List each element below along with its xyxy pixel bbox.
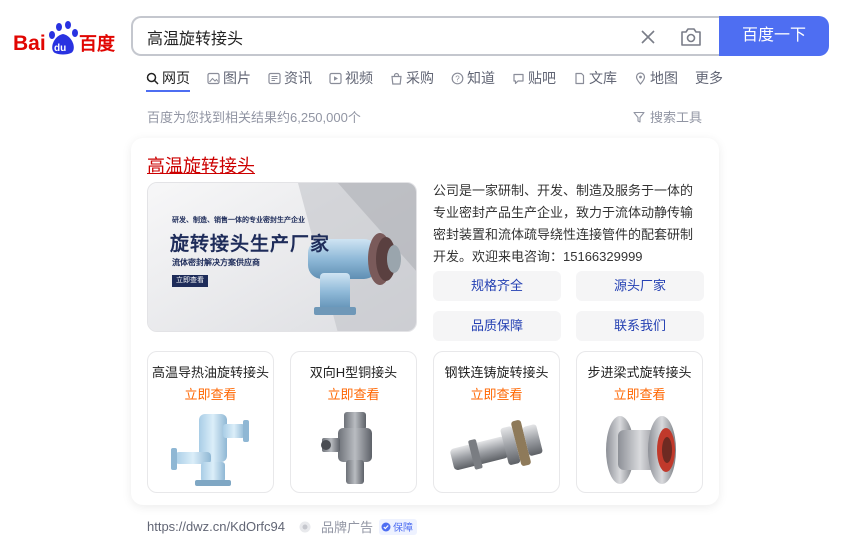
banner-big-text: 旋转接头生产厂家 <box>170 234 331 255</box>
banner-image[interactable]: 研发、制造、销售一体的专业密封生产企业 旋转接头生产厂家 流体密封解决方案供应商… <box>147 182 417 332</box>
tab-tieba[interactable]: 贴吧 <box>512 68 556 88</box>
search-box <box>131 16 721 56</box>
baidu-logo[interactable]: Bai du 百度 <box>13 20 117 56</box>
search-input[interactable] <box>147 27 627 47</box>
product-view-link[interactable]: 立即查看 <box>148 384 273 403</box>
tab-wenku[interactable]: 文库 <box>573 68 617 88</box>
banner-small-text: 研发、制造、销售一体的专业密封生产企业 <box>172 217 305 224</box>
video-icon <box>329 72 342 84</box>
tab-label: 视频 <box>345 70 373 86</box>
search-tools-button[interactable]: 搜索工具 <box>633 107 702 126</box>
tab-web[interactable]: 网页 <box>146 68 190 88</box>
search-tabs: 网页 图片 资讯 视频 采购 ? 知道 贴吧 文库 地图 更多 <box>146 68 740 92</box>
tab-label: 网页 <box>162 70 190 86</box>
search-bar: 百度一下 <box>131 16 829 56</box>
tab-images[interactable]: 图片 <box>207 68 251 88</box>
product-name: 双向H型铜接头 <box>309 365 398 380</box>
clear-icon[interactable] <box>638 27 658 47</box>
filter-icon <box>633 111 645 123</box>
tab-label: 贴吧 <box>528 70 556 86</box>
tab-label: 采购 <box>406 70 434 86</box>
link-contact[interactable]: 联系我们 <box>576 311 704 341</box>
tab-label: 知道 <box>467 70 495 86</box>
tab-more[interactable]: 更多 <box>695 68 723 88</box>
badge-label: 保障 <box>393 523 414 534</box>
tab-label: 地图 <box>650 70 678 86</box>
banner-button-label: 立即查看 <box>176 277 204 284</box>
link-specs[interactable]: 规格齐全 <box>433 271 561 301</box>
tab-news[interactable]: 资讯 <box>268 68 312 88</box>
svg-text:?: ? <box>455 74 460 83</box>
tab-label: 图片 <box>223 70 251 86</box>
product-name: 钢铁连铸旋转接头 <box>444 365 549 380</box>
shield-check-icon <box>381 522 391 531</box>
ad-result-card: 高温旋转接头 研发、制造、销售一体的专业密封生产企业 旋转接头生产厂家 流体密封… <box>131 138 719 505</box>
product-image <box>321 412 372 484</box>
product-card[interactable]: 步进梁式旋转接头 立即查看 <box>576 351 703 493</box>
link-quality[interactable]: 品质保障 <box>433 311 561 341</box>
tab-label: 更多 <box>695 70 723 86</box>
product-image <box>606 416 676 484</box>
document-icon <box>575 72 585 84</box>
result-footer: https://dwz.cn/KdOrfc94 品牌广告 保障 <box>147 517 418 536</box>
ad-label[interactable]: 品牌广告 <box>321 517 373 536</box>
active-tab-indicator <box>146 90 190 92</box>
image-icon <box>207 72 220 84</box>
product-view-link[interactable]: 立即查看 <box>577 384 702 403</box>
search-icon <box>146 72 159 85</box>
product-name: 步进梁式旋转接头 <box>587 365 692 380</box>
display-url[interactable]: https://dwz.cn/KdOrfc94 <box>147 519 285 534</box>
forum-icon <box>513 73 524 84</box>
question-icon: ? <box>451 72 464 84</box>
shopping-icon <box>391 72 402 85</box>
product-view-link[interactable]: 立即查看 <box>291 384 416 403</box>
product-card[interactable]: 钢铁连铸旋转接头 立即查看 <box>433 351 560 493</box>
guarantee-badge[interactable]: 保障 <box>379 518 418 535</box>
tab-map[interactable]: 地图 <box>634 68 678 88</box>
svg-text:百度: 百度 <box>79 33 116 55</box>
ad-description: 公司是一家研制、开发、制造及服务于一体的专业密封产品生产企业，致力于流体动静传输… <box>433 183 694 264</box>
search-tools-label: 搜索工具 <box>650 110 703 125</box>
banner-button[interactable]: 立即查看 <box>172 275 208 287</box>
svg-text:Bai: Bai <box>13 32 46 55</box>
link-source-factory[interactable]: 源头厂家 <box>576 271 704 301</box>
tab-shopping[interactable]: 采购 <box>390 68 434 88</box>
svg-text:du: du <box>54 43 66 54</box>
product-image <box>450 420 543 470</box>
tab-label: 资讯 <box>284 70 312 86</box>
map-pin-icon <box>635 71 646 85</box>
product-view-link[interactable]: 立即查看 <box>434 384 559 403</box>
product-image <box>171 414 249 486</box>
result-title-link[interactable]: 高温旋转接头 <box>147 152 255 178</box>
banner-sub-text: 流体密封解决方案供应商 <box>172 258 260 267</box>
camera-icon[interactable] <box>680 27 702 47</box>
tab-zhidao[interactable]: ? 知道 <box>451 68 495 88</box>
tab-label: 文库 <box>589 70 617 86</box>
brand-circle-icon <box>299 521 311 532</box>
news-icon <box>268 72 281 84</box>
product-name: 高温导热油旋转接头 <box>151 365 269 380</box>
tab-video[interactable]: 视频 <box>329 68 373 88</box>
product-card[interactable]: 高温导热油旋转接头 立即查看 <box>147 351 274 493</box>
product-card[interactable]: 双向H型铜接头 立即查看 <box>290 351 417 493</box>
result-count: 百度为您找到相关结果约6,250,000个 <box>147 110 361 125</box>
search-button[interactable]: 百度一下 <box>719 16 829 56</box>
